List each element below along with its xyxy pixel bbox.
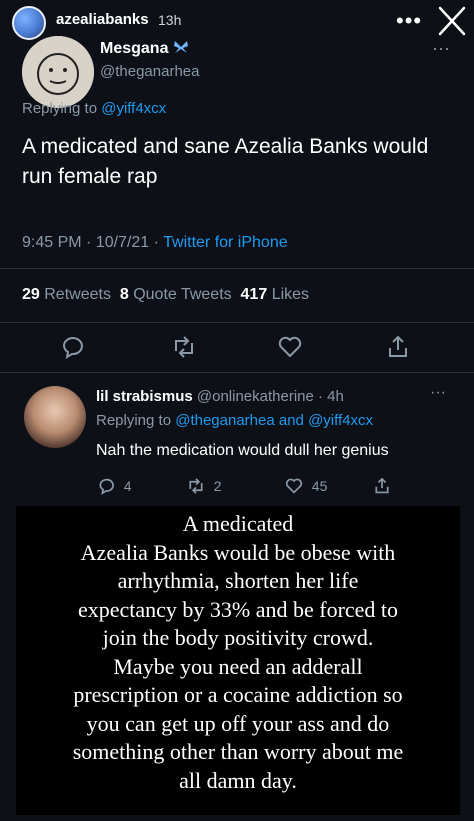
share-icon[interactable] [384, 333, 412, 361]
story-time: 13h [158, 12, 182, 28]
reply-author-handle[interactable]: @onlinekatherine [197, 388, 314, 405]
tweet-meta: 9:45 PM · 10/7/21 · Twitter for iPhone [22, 234, 288, 251]
author-name[interactable]: Mesgana [100, 40, 189, 58]
tweet-more-icon[interactable]: ··· [432, 38, 450, 59]
replying-to-link[interactable]: @theganarhea [175, 412, 274, 429]
sketch-face-icon [22, 36, 94, 108]
divider [0, 268, 474, 269]
author-avatar[interactable] [22, 36, 94, 108]
reply-text: Nah the medication would dull her genius [96, 442, 389, 459]
like-icon[interactable] [276, 333, 304, 361]
tweet-stats: 29 Retweets 8 Quote Tweets 417 Likes [22, 286, 309, 304]
likes-stat[interactable]: 417 Likes [241, 286, 310, 303]
reply-reply-action[interactable]: 4 [96, 476, 132, 496]
replying-to: Replying to @yiff4xcx [22, 100, 167, 117]
author-handle[interactable]: @theganarhea [100, 63, 199, 80]
divider [0, 322, 474, 323]
close-icon[interactable] [434, 2, 470, 40]
reply-time: · 4h [318, 388, 344, 405]
story-avatar[interactable] [12, 6, 46, 40]
reply-author-avatar[interactable] [24, 386, 86, 448]
story-username[interactable]: azealiabanks [56, 11, 149, 28]
retweet-icon[interactable] [170, 333, 198, 361]
reply-replying-to: Replying to @theganarhea and @yiff4xcx [96, 412, 374, 429]
tweet-text: A medicated and sane Azealia Banks would… [22, 135, 429, 188]
divider [0, 372, 474, 373]
reply-icon[interactable] [58, 333, 86, 361]
more-horizontal-icon[interactable]: ••• [396, 8, 422, 34]
replying-to-link[interactable]: @yiff4xcx [101, 100, 166, 117]
reply-like-action[interactable]: 45 [284, 476, 327, 496]
retweet-icon [189, 478, 203, 494]
retweets-stat[interactable]: 29 Retweets [22, 286, 111, 303]
quote-tweets-stat[interactable]: 8 Quote Tweets [120, 286, 232, 303]
reply-more-icon[interactable]: ··· [430, 384, 446, 402]
reply-retweet-action[interactable]: 2 [186, 476, 222, 496]
tweet-source-link[interactable]: Twitter for iPhone [163, 234, 288, 251]
like-icon [285, 478, 303, 494]
reply-header: lil strabismus @onlinekatherine · 4h [96, 388, 344, 405]
reply-icon [99, 478, 114, 495]
replying-to-link[interactable]: @yiff4xcx [308, 412, 373, 429]
reply-author-name[interactable]: lil strabismus [96, 388, 193, 405]
share-icon[interactable] [372, 476, 392, 496]
story-caption: A medicated Azealia Banks would be obese… [16, 506, 460, 815]
butterfly-icon [173, 41, 188, 53]
